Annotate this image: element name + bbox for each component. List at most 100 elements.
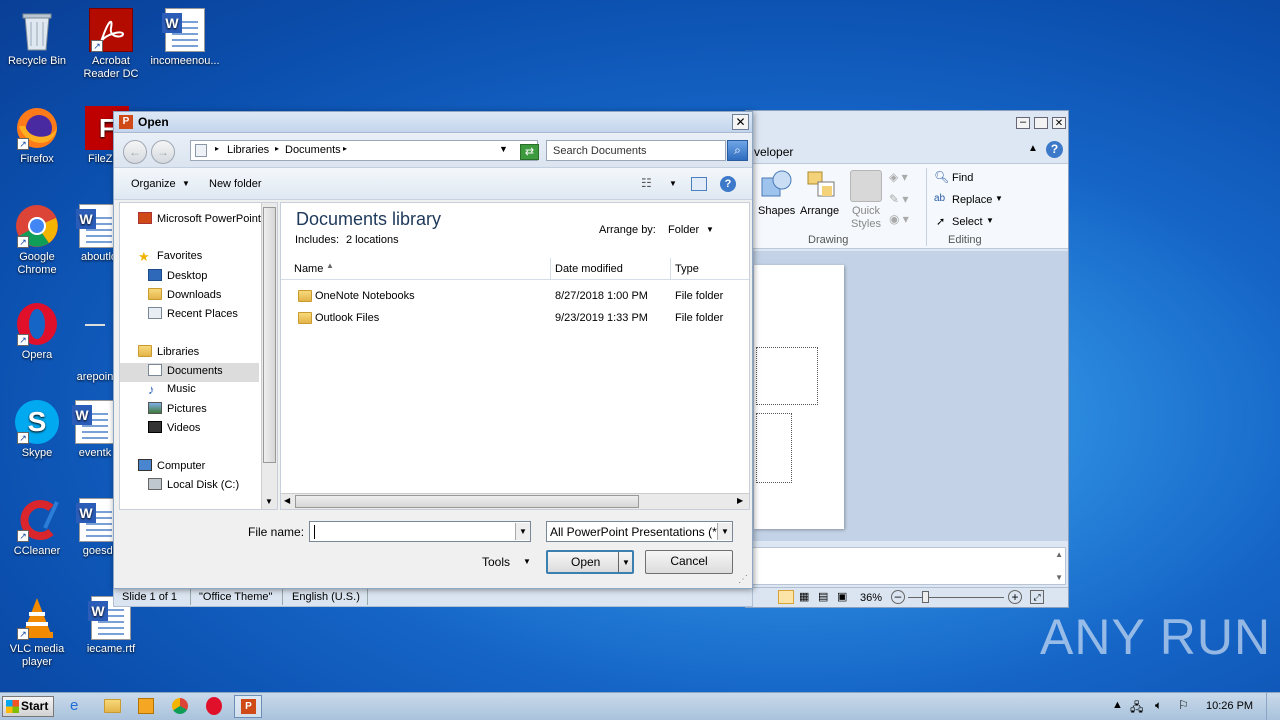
search-input[interactable]: Search Documents — [546, 140, 726, 161]
dialog-titlebar[interactable]: P Open ✕ — [114, 112, 752, 133]
nav-item-libraries[interactable]: Libraries — [157, 346, 199, 358]
close-icon[interactable]: ✕ — [1052, 117, 1066, 129]
desktop-icon-vlc[interactable]: ↗ VLC media player — [0, 596, 74, 669]
shape-fill-icon[interactable]: ◈ ▾ — [889, 170, 908, 184]
scrollbar-thumb[interactable] — [263, 207, 276, 463]
chevron-down-icon[interactable]: ▼ — [717, 523, 732, 540]
file-type-select[interactable]: All PowerPoint Presentations (* ▼ — [546, 521, 733, 542]
cancel-button[interactable]: Cancel — [645, 550, 733, 574]
volume-icon[interactable]: 🔈︎ — [1155, 698, 1162, 713]
quick-styles-button[interactable]: Quick Styles — [846, 205, 886, 231]
horizontal-scrollbar[interactable]: ◀ ▶ — [281, 493, 749, 509]
resize-grip-icon[interactable]: ⋰ — [738, 574, 748, 585]
preview-pane-icon[interactable] — [691, 177, 707, 191]
table-row[interactable]: OneNote Notebooks 8/27/2018 1:00 PM File… — [281, 287, 749, 307]
scroll-left-icon[interactable]: ◀ — [284, 496, 290, 505]
show-hidden-icons[interactable]: ▲ — [1112, 699, 1123, 711]
collapse-ribbon-icon[interactable]: ▲ — [1028, 143, 1038, 154]
title-placeholder[interactable] — [756, 347, 818, 405]
close-icon[interactable]: ✕ — [732, 114, 749, 130]
column-type[interactable]: Type — [675, 263, 699, 275]
nav-item-recent-places[interactable]: Recent Places — [167, 308, 238, 320]
slide-sorter-icon[interactable]: ▦ — [799, 590, 809, 603]
table-row[interactable]: Outlook Files 9/23/2019 1:33 PM File fol… — [281, 309, 749, 329]
breadcrumb-libraries[interactable]: Libraries — [227, 144, 269, 156]
shapes-button[interactable]: Shapes — [758, 205, 795, 217]
nav-item-documents[interactable]: Documents — [167, 365, 223, 377]
nav-item-music[interactable]: Music — [167, 383, 196, 395]
help-icon[interactable]: ? — [720, 176, 736, 192]
zoom-out-icon[interactable]: – — [891, 590, 905, 604]
scroll-down-icon[interactable]: ▼ — [1055, 573, 1063, 582]
arrange-button[interactable]: Arrange — [800, 205, 839, 217]
arrange-by-value[interactable]: Folder — [668, 224, 699, 236]
normal-view-icon[interactable] — [778, 590, 794, 604]
media-player-icon[interactable] — [138, 698, 154, 714]
desktop-icon-acrobat[interactable]: ↗ Acrobat Reader DC — [74, 8, 148, 81]
maximize-icon[interactable] — [1034, 117, 1048, 129]
scroll-down-icon[interactable]: ▼ — [265, 497, 273, 506]
nav-item-downloads[interactable]: Downloads — [167, 289, 221, 301]
show-desktop-button[interactable] — [1266, 693, 1278, 720]
reading-view-icon[interactable]: ▤ — [818, 590, 828, 603]
minimize-icon[interactable]: – — [1016, 117, 1030, 129]
select-button[interactable]: Select — [952, 216, 983, 228]
nav-item-videos[interactable]: Videos — [167, 422, 200, 434]
organize-button[interactable]: Organize — [131, 178, 176, 190]
nav-item-computer[interactable]: Computer — [157, 460, 205, 472]
view-options-icon[interactable]: ☷ — [641, 176, 652, 190]
ie-icon[interactable]: e — [70, 697, 78, 714]
refresh-icon[interactable]: ⇄ — [520, 144, 539, 160]
zoom-level[interactable]: 36% — [860, 592, 882, 604]
tools-button[interactable]: Tools — [482, 555, 510, 569]
chevron-down-icon[interactable]: ▼ — [523, 557, 531, 566]
chevron-down-icon[interactable]: ▼ — [622, 552, 630, 573]
powerpoint-taskbar-button[interactable]: P — [234, 695, 262, 718]
nav-item-local-disk[interactable]: Local Disk (C:) — [167, 479, 239, 491]
search-icon[interactable]: ⌕ — [727, 140, 748, 161]
language[interactable]: English (U.S.) — [292, 591, 360, 603]
subtitle-placeholder[interactable] — [756, 413, 792, 483]
shape-effects-icon[interactable]: ◉ ▾ — [889, 212, 909, 226]
chevron-down-icon[interactable]: ▼ — [499, 144, 508, 154]
desktop-icon-firefox[interactable]: ↗ Firefox — [0, 106, 74, 166]
desktop-icon-word-doc[interactable]: W incomeenou... — [148, 8, 222, 68]
zoom-slider-thumb[interactable] — [922, 591, 929, 603]
nav-item-powerpoint[interactable]: Microsoft PowerPoint — [157, 213, 261, 225]
find-button[interactable]: Find — [952, 172, 973, 184]
fit-slide-icon[interactable]: ⤢ — [1030, 590, 1044, 604]
action-center-icon[interactable]: ⚐ — [1178, 698, 1189, 712]
breadcrumb[interactable]: ▸ Libraries ▸ Documents ▸ ▼ — [190, 140, 538, 161]
column-name[interactable]: Name — [294, 263, 323, 275]
forward-icon[interactable]: → — [151, 140, 175, 164]
nav-item-pictures[interactable]: Pictures — [167, 403, 207, 415]
start-button[interactable]: Start — [2, 696, 54, 717]
back-icon[interactable]: ← — [123, 140, 147, 164]
chevron-down-icon[interactable]: ▼ — [706, 225, 714, 234]
nav-item-desktop[interactable]: Desktop — [167, 270, 207, 282]
zoom-in-icon[interactable]: + — [1008, 590, 1022, 604]
ribbon-tab-developer[interactable]: veloper — [754, 145, 793, 159]
chrome-icon[interactable] — [172, 698, 188, 714]
scroll-up-icon[interactable]: ▲ — [1055, 550, 1063, 559]
help-icon[interactable]: ? — [1046, 141, 1063, 158]
notes-pane[interactable]: ▲ ▼ — [752, 547, 1066, 585]
breadcrumb-documents[interactable]: Documents — [285, 144, 341, 156]
chevron-down-icon[interactable]: ▼ — [515, 523, 530, 540]
new-folder-button[interactable]: New folder — [209, 178, 262, 190]
open-button[interactable]: Open ▼ — [546, 550, 634, 574]
file-name-input[interactable]: ▼ — [309, 521, 531, 542]
chevron-down-icon[interactable]: ▼ — [669, 179, 677, 188]
column-date-modified[interactable]: Date modified — [555, 263, 623, 275]
slideshow-icon[interactable]: ▣ — [837, 590, 847, 603]
replace-button[interactable]: Replace — [952, 194, 992, 206]
shape-outline-icon[interactable]: ✎ ▾ — [889, 192, 908, 206]
nav-item-favorites[interactable]: Favorites — [157, 250, 202, 262]
desktop-icon-recycle-bin[interactable]: Recycle Bin — [0, 8, 74, 68]
explorer-icon[interactable] — [104, 699, 121, 713]
locations-link[interactable]: 2 locations — [346, 234, 399, 246]
nav-scrollbar[interactable]: ▼ — [261, 203, 277, 509]
network-icon[interactable]: 🖧︎ — [1130, 698, 1143, 719]
scrollbar-thumb[interactable] — [295, 495, 639, 508]
scroll-right-icon[interactable]: ▶ — [737, 496, 743, 505]
